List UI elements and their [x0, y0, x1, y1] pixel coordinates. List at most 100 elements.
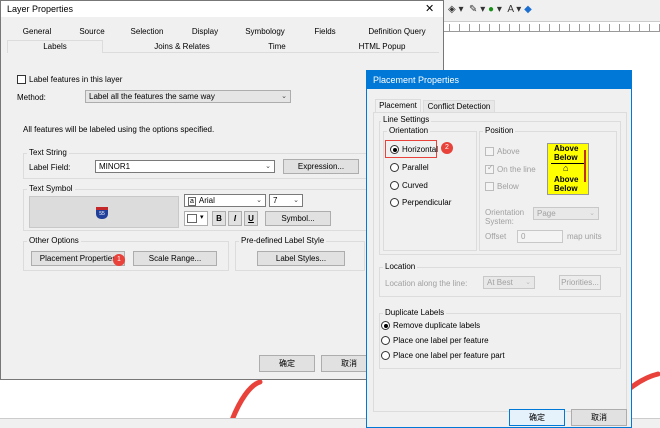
chevron-down-icon: ⌄: [293, 197, 299, 204]
position-above-checkbox[interactable]: [485, 147, 494, 156]
placement-window-title: Placement Properties: [373, 75, 460, 85]
location-select[interactable]: At Best ⌄: [483, 276, 535, 289]
method-select[interactable]: Label all the features the same way ⌄: [85, 90, 291, 103]
preview-above-text: Above: [554, 144, 579, 153]
duplicate-per-feature-radio[interactable]: [381, 336, 390, 345]
map-units-label: map units: [567, 232, 602, 241]
location-label: Location along the line:: [385, 279, 468, 288]
italic-button[interactable]: I: [228, 211, 242, 226]
shield-text: 55: [99, 211, 105, 217]
font-select[interactable]: a Arial ⌄: [184, 194, 266, 207]
chevron-down-icon: ⌄: [525, 279, 531, 286]
preview-red-arrow: [584, 150, 586, 182]
house-icon: ⌂: [563, 163, 569, 173]
close-icon[interactable]: ✕: [425, 2, 434, 15]
duplicate-remove-label: Remove duplicate labels: [393, 321, 481, 330]
predefined-style-legend: Pre-defined Label Style: [239, 236, 327, 245]
duplicate-remove-radio[interactable]: [381, 321, 390, 330]
text-string-legend: Text String: [27, 148, 69, 157]
placement-titlebar[interactable]: Placement Properties: [367, 71, 631, 89]
orientation-system-value: Page: [537, 209, 556, 218]
placement-properties-button[interactable]: Placement Properties: [31, 251, 125, 266]
chevron-down-icon: ⌄: [589, 210, 595, 217]
preview-below-text-2: Below: [554, 184, 578, 193]
position-legend: Position: [483, 126, 516, 135]
offset-input[interactable]: 0: [517, 230, 563, 243]
orientation-perpendicular-radio[interactable]: [390, 198, 399, 207]
scale-range-button[interactable]: Scale Range...: [133, 251, 217, 266]
label-field-value: MINOR1: [99, 162, 131, 171]
step-badge-2: 2: [441, 142, 453, 154]
window-title: Layer Properties: [7, 4, 74, 14]
method-label: Method:: [17, 93, 46, 102]
position-preview: Above Below ⌂ Above Below: [547, 143, 589, 195]
color-picker[interactable]: ▾: [184, 211, 208, 226]
label-field-label: Label Field:: [29, 163, 71, 172]
font-icon: a: [188, 197, 196, 206]
symbol-button[interactable]: Symbol...: [265, 211, 331, 226]
orientation-curved-radio[interactable]: [390, 181, 399, 190]
tab-symbology[interactable]: Symbology: [235, 26, 295, 37]
background-toolbar: ◈ ▾ ✎ ▾ ● ▾ A ▾ ◆: [440, 0, 660, 22]
tab-time[interactable]: Time: [227, 41, 327, 52]
expression-button[interactable]: Expression...: [283, 159, 359, 174]
tab-general[interactable]: General: [7, 26, 67, 37]
orientation-legend: Orientation: [387, 126, 431, 135]
tab-source[interactable]: Source: [67, 26, 117, 37]
position-on-line-label: On the line: [497, 165, 536, 174]
symbol-preview: 55: [29, 196, 179, 228]
layer-ok-button[interactable]: 确定: [259, 355, 315, 372]
map-ruler: [440, 24, 660, 32]
label-styles-button[interactable]: Label Styles...: [257, 251, 345, 266]
position-on-line-checkbox[interactable]: ✓: [485, 163, 494, 174]
tab-fields[interactable]: Fields: [297, 26, 353, 37]
label-field-select[interactable]: MINOR1 ⌄: [95, 160, 275, 173]
method-value: Label all the features the same way: [89, 92, 215, 101]
tab-definition-query[interactable]: Definition Query: [355, 26, 439, 37]
bold-button[interactable]: B: [212, 211, 226, 226]
tab-placement[interactable]: Placement: [375, 99, 421, 112]
priorities-button[interactable]: Priorities...: [559, 275, 601, 290]
underline-button[interactable]: U: [244, 211, 258, 226]
layer-properties-titlebar[interactable]: Layer Properties ✕: [1, 1, 443, 17]
map-scroll-strip: [632, 32, 660, 428]
duplicate-per-part-radio[interactable]: [381, 351, 390, 360]
placement-cancel-button[interactable]: 取消: [571, 409, 627, 426]
other-options-legend: Other Options: [27, 236, 81, 245]
orientation-horizontal-label: Horizontal: [402, 145, 439, 154]
position-below-label: Below: [497, 182, 519, 191]
step-badge-1: 1: [113, 254, 125, 266]
line-settings-legend: Line Settings: [381, 115, 432, 124]
orientation-horizontal-radio[interactable]: [390, 145, 399, 154]
font-size-value: 7: [273, 196, 278, 205]
tab-conflict-detection[interactable]: Conflict Detection: [423, 100, 495, 112]
placement-ok-button[interactable]: 确定: [509, 409, 565, 426]
chevron-down-icon: ▾: [200, 214, 204, 221]
orientation-parallel-radio[interactable]: [390, 163, 399, 172]
duplicate-per-part-label: Place one label per feature part: [393, 351, 505, 360]
text-symbol-legend: Text Symbol: [27, 184, 75, 193]
label-features-checkbox[interactable]: [17, 75, 26, 84]
font-size-select[interactable]: 7 ⌄: [269, 194, 303, 207]
chevron-down-icon: ⌄: [265, 163, 271, 170]
toolbar-tools-icon[interactable]: ◈ ▾ ✎ ▾ ● ▾ A ▾ ◆: [448, 4, 532, 15]
position-below-checkbox[interactable]: [485, 182, 494, 191]
orientation-system-select[interactable]: Page ⌄: [533, 207, 599, 220]
location-value: At Best: [487, 278, 513, 287]
tab-html-popup[interactable]: HTML Popup: [327, 41, 437, 52]
tab-labels[interactable]: Labels: [7, 40, 103, 53]
chevron-down-icon: ⌄: [281, 93, 287, 100]
underline-label: U: [248, 214, 254, 223]
bold-label: B: [216, 214, 222, 223]
orientation-perpendicular-label: Perpendicular: [402, 198, 452, 207]
preview-above-text-2: Above: [554, 175, 579, 184]
offset-value: 0: [521, 232, 526, 241]
color-swatch: [187, 214, 197, 223]
tabs-row-2: Labels Joins & Relates Time HTML Popup: [7, 39, 439, 53]
position-above-label: Above: [497, 147, 520, 156]
tab-selection[interactable]: Selection: [119, 26, 175, 37]
location-legend: Location: [383, 262, 418, 271]
offset-label: Offset: [485, 232, 507, 241]
tab-display[interactable]: Display: [177, 26, 233, 37]
interstate-shield-icon: 55: [96, 207, 108, 219]
